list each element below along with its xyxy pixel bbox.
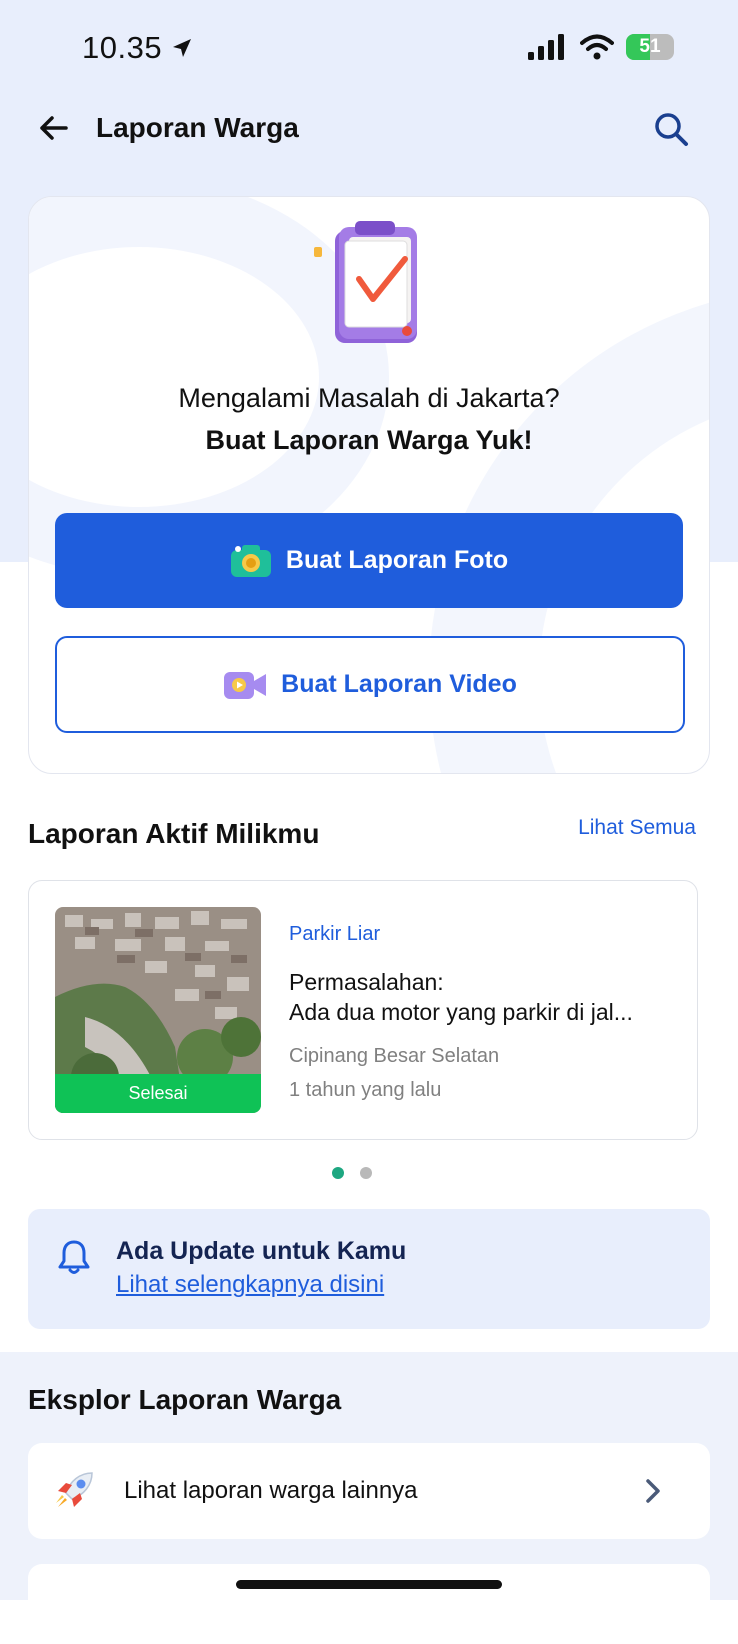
report-status-badge: Selesai (55, 1074, 261, 1113)
report-location: Cipinang Besar Selatan (289, 1045, 500, 1067)
location-arrow-icon (173, 39, 192, 57)
hero-question: Mengalami Masalah di Jakarta? (178, 383, 560, 413)
camera-icon (230, 544, 271, 577)
report-card[interactable]: Selesai Parkir Liar Permasalahan: Ada du… (28, 880, 698, 1140)
status-time: 10.35 (82, 30, 194, 66)
explore-item[interactable] (28, 1564, 710, 1644)
create-photo-report-label: Buat Laporan Foto (285, 546, 509, 574)
status-time-text: 10.35 (82, 30, 163, 65)
pagination-dot[interactable] (360, 1167, 372, 1179)
create-report-card: Mengalami Masalah di Jakarta? Buat Lapor… (28, 196, 710, 774)
report-problem-text: Ada dua motor yang parkir di jal... (289, 999, 633, 1025)
wifi-icon (580, 34, 614, 60)
report-category: Parkir Liar (289, 923, 381, 945)
report-problem-label: Permasalahan: (289, 969, 444, 995)
search-button[interactable] (652, 110, 690, 153)
create-video-report-button[interactable]: Buat Laporan Video (55, 636, 685, 733)
bell-icon (58, 1240, 90, 1274)
explore-other-reports-item[interactable]: Lihat laporan warga lainnya (28, 1443, 710, 1539)
cellular-signal-icon (528, 34, 564, 60)
report-thumbnail: Selesai (55, 907, 261, 1113)
back-button[interactable] (36, 110, 72, 151)
battery-percent: 51 (639, 36, 661, 57)
explore-item-label: Lihat laporan warga lainnya (124, 1477, 418, 1504)
carousel-pagination (332, 1167, 372, 1179)
update-more-link[interactable]: Lihat selengkapnya disini (116, 1271, 384, 1299)
chevron-right-icon (646, 1479, 660, 1503)
search-icon (655, 113, 688, 146)
active-reports-title: Laporan Aktif Milikmu (28, 818, 320, 849)
create-video-report-label: Buat Laporan Video (281, 670, 517, 698)
clipboard-check-icon (314, 221, 417, 343)
create-photo-report-button[interactable]: Buat Laporan Foto (55, 513, 683, 608)
page-title: Laporan Warga (96, 112, 299, 143)
report-time: 1 tahun yang lalu (289, 1079, 442, 1101)
explore-section-title: Eksplor Laporan Warga (28, 1384, 342, 1415)
update-title: Ada Update untuk Kamu (116, 1237, 407, 1265)
video-camera-icon (224, 671, 267, 699)
battery-indicator: 51 (626, 34, 674, 60)
hero-call-to-action: Buat Laporan Warga Yuk! (205, 425, 533, 455)
home-indicator (236, 1580, 502, 1589)
rocket-icon (56, 1472, 93, 1507)
arrow-left-icon (40, 116, 68, 140)
see-all-link[interactable]: Lihat Semua (578, 816, 696, 840)
pagination-dot-active[interactable] (332, 1167, 344, 1179)
status-indicators: 51 (528, 34, 674, 60)
update-banner[interactable]: Ada Update untuk Kamu Lihat selengkapnya… (28, 1209, 710, 1329)
